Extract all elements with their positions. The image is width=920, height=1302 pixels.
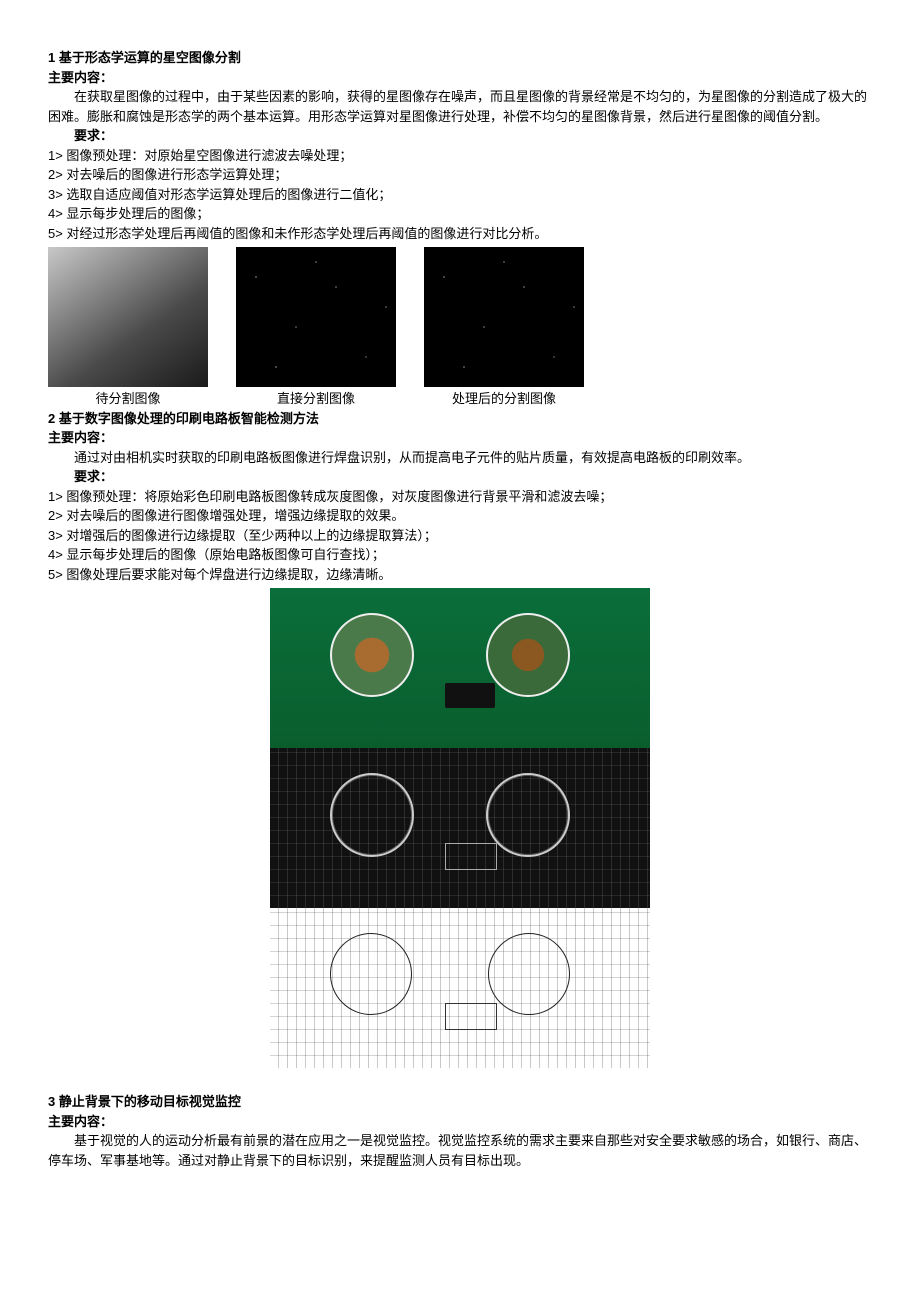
- section1-caption-3: 处理后的分割图像: [424, 389, 584, 409]
- section1-caption-1: 待分割图像: [48, 389, 208, 409]
- section2-req-3: 3> 对增强后的图像进行边缘提取（至少两种以上的边缘提取算法）；: [48, 526, 872, 546]
- section2-content: 通过对由相机实时获取的印刷电路板图像进行焊盘识别，从而提高电子元件的贴片质量，有…: [48, 448, 872, 468]
- section1-req-5: 5> 对经过形态学处理后再阈值的图像和未作形态学处理后再阈值的图像进行对比分析。: [48, 224, 872, 244]
- section1-req-label: 要求：: [48, 126, 872, 146]
- section3-content: 基于视觉的人的运动分析最有前景的潜在应用之一是视觉监控。视觉监控系统的需求主要来…: [48, 1131, 872, 1170]
- section2-req-5: 5> 图像处理后要求能对每个焊盘进行边缘提取，边缘清晰。: [48, 565, 872, 585]
- section1-req-2: 2> 对去噪后的图像进行形态学运算处理；: [48, 165, 872, 185]
- section1-req-3: 3> 选取自适应阈值对形态学运算处理后的图像进行二值化；: [48, 185, 872, 205]
- star-original-image: [48, 247, 208, 387]
- section1-caption-2: 直接分割图像: [236, 389, 396, 409]
- pcb-traces2-icon: [270, 908, 650, 1068]
- pcb-chip-outline-icon: [445, 843, 497, 870]
- pcb-image-container: [270, 588, 650, 1068]
- section2-req-1: 1> 图像预处理：将原始彩色印刷电路板图像转成灰度图像，对灰度图像进行背景平滑和…: [48, 487, 872, 507]
- section2-title: 2 基于数字图像处理的印刷电路板智能检测方法: [48, 409, 872, 429]
- spacer: [48, 1068, 872, 1092]
- pcb-chip-icon: [445, 683, 495, 708]
- section3-content-label: 主要内容：: [48, 1112, 872, 1132]
- section3-title: 3 静止背景下的移动目标视觉监控: [48, 1092, 872, 1112]
- star-direct-seg-image: [236, 247, 396, 387]
- section1-title: 1 基于形态学运算的星空图像分割: [48, 48, 872, 68]
- pcb-edge-image-2: [270, 908, 650, 1068]
- section1-img3-col: 处理后的分割图像: [424, 247, 584, 409]
- section1-content: 在获取星图像的过程中，由于某些因素的影响，获得的星图像存在噪声，而且星图像的背景…: [48, 87, 872, 126]
- section2-req-4: 4> 显示每步处理后的图像（原始电路板图像可自行查找）；: [48, 545, 872, 565]
- section1-image-row: 待分割图像 直接分割图像 处理后的分割图像: [48, 247, 872, 409]
- star-processed-seg-image: [424, 247, 584, 387]
- pcb-edge-image-1: [270, 748, 650, 908]
- section1-img2-col: 直接分割图像: [236, 247, 396, 409]
- section1-req-1: 1> 图像预处理：对原始星空图像进行滤波去噪处理；: [48, 146, 872, 166]
- section2-req-2: 2> 对去噪后的图像进行图像增强处理，增强边缘提取的效果。: [48, 506, 872, 526]
- section1-img1-col: 待分割图像: [48, 247, 208, 409]
- pcb-chip-outline2-icon: [445, 1003, 497, 1030]
- section2-content-label: 主要内容：: [48, 428, 872, 448]
- section1-req-4: 4> 显示每步处理后的图像；: [48, 204, 872, 224]
- pcb-color-image: [270, 588, 650, 748]
- section1-content-label: 主要内容：: [48, 68, 872, 88]
- pcb-traces-icon: [270, 748, 650, 908]
- section2-req-label: 要求：: [48, 467, 872, 487]
